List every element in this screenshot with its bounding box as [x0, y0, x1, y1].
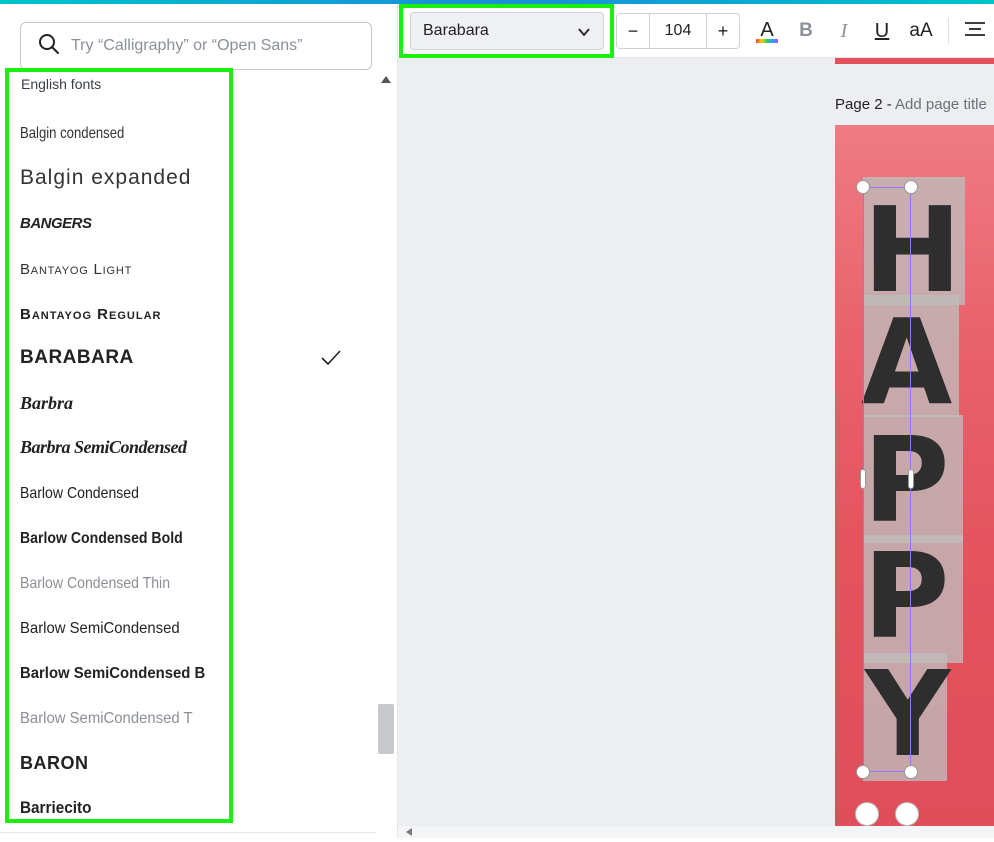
- font-item-barabara[interactable]: BARABARA: [20, 338, 370, 378]
- font-item-label: BANGERS: [20, 214, 92, 232]
- font-panel: English fonts Balgin condensed Balgin ex…: [0, 4, 398, 842]
- font-item-label: Barbra: [20, 392, 74, 413]
- scroll-left-arrow-icon[interactable]: [406, 828, 412, 836]
- resize-handle-top-right[interactable]: [904, 180, 918, 194]
- font-item-label: Barlow Condensed: [20, 485, 139, 502]
- font-item-bantayog-regular[interactable]: Bantayog Regular: [20, 294, 370, 334]
- page-number-label: Page 2 -: [835, 96, 896, 113]
- font-item-balgin-condensed[interactable]: Balgin condensed: [20, 114, 307, 154]
- font-size-stepper: − 104 +: [616, 13, 740, 49]
- text-selection-box[interactable]: [863, 187, 911, 772]
- scroll-up-arrow-icon[interactable]: [381, 76, 391, 83]
- font-item-label: Barlow SemiCondensed T: [20, 710, 193, 727]
- checkmark-icon: [320, 348, 342, 368]
- font-item-barlow-semicondensed[interactable]: Barlow SemiCondensed: [20, 609, 346, 649]
- previous-page-edge: [835, 58, 994, 64]
- underline-button[interactable]: U: [872, 16, 892, 46]
- align-center-button[interactable]: [964, 16, 986, 46]
- resize-handle-bottom-right[interactable]: [904, 765, 918, 779]
- font-item-label: Balgin expanded: [20, 166, 192, 189]
- page-label: Page 2 - Add page title: [835, 96, 987, 113]
- font-item-label: Barlow SemiCondensed B: [20, 665, 206, 682]
- letter-case-button[interactable]: aA: [906, 16, 936, 46]
- font-item-barlow-condensed-thin[interactable]: Barlow Condensed Thin: [20, 564, 328, 604]
- font-size-input[interactable]: 104: [649, 14, 707, 48]
- design-canvas-area[interactable]: Page 2 - Add page title H A P P Y: [398, 58, 994, 838]
- section-title-english-fonts: English fonts: [21, 76, 102, 92]
- canvas-horizontal-scrollbar[interactable]: [398, 826, 994, 838]
- font-item-barlow-semicondensed-thin[interactable]: Barlow SemiCondensed T: [20, 699, 346, 739]
- decrease-font-size-button[interactable]: −: [617, 14, 649, 48]
- align-center-icon: [964, 20, 986, 43]
- resize-handle-top-left[interactable]: [856, 180, 870, 194]
- font-item-bantayog-light[interactable]: Bantayog Light: [20, 249, 370, 289]
- increase-font-size-button[interactable]: +: [707, 14, 739, 48]
- font-item-barlow-condensed[interactable]: Barlow Condensed: [20, 474, 328, 514]
- resize-handle-left[interactable]: [860, 469, 866, 489]
- font-search-input[interactable]: [71, 37, 351, 55]
- font-search-box[interactable]: [20, 22, 372, 70]
- font-item-label: Bantayog Light: [20, 260, 133, 278]
- resize-handle-right[interactable]: [908, 469, 914, 489]
- font-item-label: Barlow Condensed Thin: [20, 575, 171, 592]
- scrollbar-thumb[interactable]: [378, 704, 394, 754]
- font-item-label: BARABARA: [20, 347, 134, 368]
- font-item-barlow-condensed-bold[interactable]: Barlow Condensed Bold: [20, 519, 328, 559]
- font-item-label: Barriecito: [20, 798, 92, 817]
- font-item-barlow-semicondensed-bold[interactable]: Barlow SemiCondensed B: [20, 654, 346, 694]
- add-page-title-input[interactable]: Add page title: [895, 96, 987, 113]
- color-swatch-bar: [756, 39, 778, 43]
- font-item-barbra[interactable]: Barbra: [20, 383, 370, 423]
- font-list: English fonts Balgin condensed Balgin ex…: [0, 68, 376, 838]
- toolbar-divider: [948, 18, 949, 44]
- font-family-dropdown[interactable]: Barabara: [410, 12, 604, 50]
- font-item-balgin-expanded[interactable]: Balgin expanded: [20, 158, 370, 198]
- move-handle-icon[interactable]: [895, 802, 919, 826]
- italic-button[interactable]: I: [834, 16, 854, 46]
- font-item-label: Balgin condensed: [20, 125, 125, 142]
- search-icon: [37, 32, 61, 61]
- font-item-barriecito[interactable]: Barriecito: [20, 788, 335, 828]
- font-item-label: Barlow Condensed Bold: [20, 530, 183, 547]
- chevron-down-icon: [577, 25, 591, 39]
- font-item-label: Bantayog Regular: [20, 305, 162, 323]
- font-item-barbra-semicondensed[interactable]: Barbra SemiCondensed: [20, 427, 370, 467]
- font-item-baron[interactable]: BARON: [20, 743, 370, 783]
- font-item-label: Barlow SemiCondensed: [20, 620, 180, 637]
- bold-button[interactable]: B: [796, 16, 816, 46]
- font-item-label: BARON: [20, 752, 89, 773]
- rotate-handle-icon[interactable]: [855, 802, 879, 826]
- panel-bottom-edge: [0, 832, 376, 842]
- text-color-button[interactable]: A: [754, 16, 780, 46]
- font-family-value: Barabara: [423, 22, 489, 39]
- font-item-bangers[interactable]: BANGERS: [20, 203, 370, 243]
- font-list-scrollbar[interactable]: [376, 68, 396, 834]
- resize-handle-bottom-left[interactable]: [856, 765, 870, 779]
- design-page[interactable]: H A P P Y: [835, 125, 994, 838]
- font-item-label: Barbra SemiCondensed: [20, 436, 187, 457]
- text-toolbar: Barabara − 104 + A B I U aA: [398, 4, 994, 58]
